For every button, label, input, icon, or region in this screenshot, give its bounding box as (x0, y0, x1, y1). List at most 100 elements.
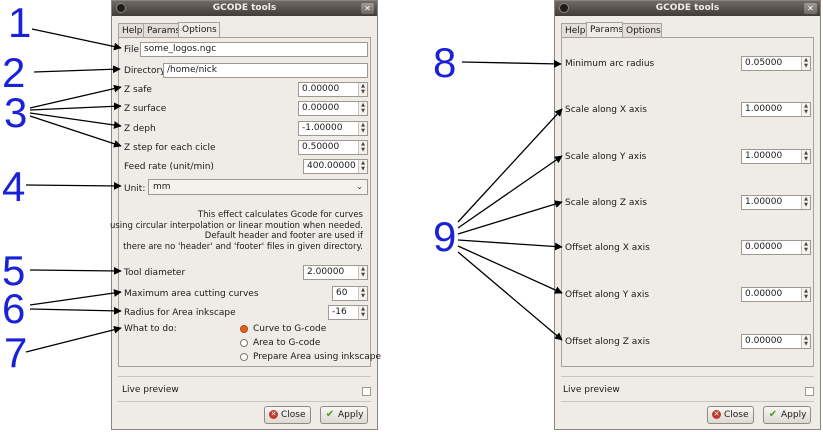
arrow-9a (457, 108, 563, 223)
divider (118, 401, 371, 402)
directory-label: Directory (124, 66, 166, 76)
divider (561, 376, 814, 377)
spin-arrows-icon[interactable]: ▲ ▼ (801, 57, 810, 70)
spin-arrows-icon[interactable]: ▲ ▼ (801, 196, 810, 209)
checkmark-icon: ✔ (325, 409, 335, 420)
annotation-6: 6 (2, 285, 26, 332)
radio-label: Curve to G-code (253, 324, 327, 334)
title-bar[interactable]: GCODE tools ✕ (112, 1, 377, 16)
radio-label: Prepare Area using inkscape (253, 352, 381, 362)
spin-arrows-icon[interactable]: ▲ ▼ (358, 141, 367, 154)
scale-x-value: 1.00000 (745, 104, 783, 114)
scale-x-input[interactable]: 1.00000 ▲ ▼ (741, 102, 811, 117)
z-step-input[interactable]: 0.50000 ▲ ▼ (298, 140, 368, 155)
radio-unselected-icon[interactable] (240, 338, 248, 347)
radio-curve-to-gcode[interactable]: Curve to G-code (240, 324, 326, 334)
offset-x-input[interactable]: 0.00000 ▲ ▼ (741, 240, 811, 255)
z-deph-value: -1.00000 (302, 123, 343, 133)
description-line: Default header and footer are used if (204, 231, 363, 241)
tool-diameter-value: 2.00000 (307, 267, 345, 277)
unit-select[interactable]: mm ⌄ (148, 179, 368, 195)
close-button-label: Close (724, 410, 749, 420)
tab-params[interactable]: Params (143, 23, 180, 37)
min-arc-radius-value: 0.05000 (745, 58, 783, 68)
offset-z-input[interactable]: 0.00000 ▲ ▼ (741, 334, 811, 349)
tab-options[interactable]: Options (178, 22, 220, 38)
apply-button[interactable]: ✔ Apply (320, 406, 369, 424)
tab-help[interactable]: Help (561, 23, 587, 37)
tab-params[interactable]: Params (586, 22, 623, 38)
gcode-tools-window-options: GCODE tools ✕ Help Params Options File s… (110, 0, 381, 430)
radius-area-input[interactable]: -16 ▲ ▼ (328, 305, 368, 320)
scale-z-label: Scale along Z axis (565, 198, 647, 208)
radio-selected-icon[interactable] (240, 324, 248, 333)
annotation-8: 8 (433, 39, 457, 86)
file-field[interactable]: some_logos.ngc (140, 42, 368, 57)
spin-arrows-icon[interactable]: ▲ ▼ (801, 103, 810, 116)
scale-z-input[interactable]: 1.00000 ▲ ▼ (741, 195, 811, 210)
live-preview-checkbox[interactable] (805, 387, 814, 396)
tab-help[interactable]: Help (118, 23, 144, 37)
tool-diameter-input[interactable]: 2.00000 ▲ ▼ (303, 265, 368, 280)
spin-arrows-icon[interactable]: ▲ ▼ (801, 150, 810, 163)
apply-button-label: Apply (781, 410, 807, 420)
arrow-9f (457, 251, 563, 341)
window-title: GCODE tools (655, 3, 720, 13)
z-safe-input[interactable]: 0.00000 ▲ ▼ (298, 82, 368, 97)
spin-arrows-icon[interactable]: ▲ ▼ (358, 160, 367, 173)
z-surface-value: 0.00000 (302, 103, 340, 113)
arrow-3b (29, 102, 122, 111)
offset-y-input[interactable]: 0.00000 ▲ ▼ (741, 287, 811, 302)
close-button[interactable]: ✕ Close (264, 406, 311, 424)
spin-arrows-icon[interactable]: ▲ ▼ (358, 102, 367, 115)
spin-arrows-icon[interactable]: ▲ ▼ (801, 288, 810, 301)
title-bar[interactable]: GCODE tools ✕ (555, 1, 820, 16)
scale-y-input[interactable]: 1.00000 ▲ ▼ (741, 149, 811, 164)
max-area-curves-input[interactable]: 60 ▲ ▼ (332, 286, 368, 301)
live-preview-label: Live preview (563, 385, 620, 395)
z-surface-input[interactable]: 0.00000 ▲ ▼ (298, 101, 368, 116)
offset-z-value: 0.00000 (745, 336, 783, 346)
z-deph-input[interactable]: -1.00000 ▲ ▼ (298, 121, 368, 136)
offset-z-label: Offset along Z axis (565, 337, 650, 347)
tab-options[interactable]: Options (622, 23, 662, 37)
z-step-value: 0.50000 (302, 142, 340, 152)
window-title: GCODE tools (212, 3, 277, 13)
radio-prepare-area[interactable]: Prepare Area using inkscape (240, 352, 381, 362)
close-circle-icon: ✕ (269, 410, 278, 419)
description-line: there are no 'header' and 'footer' files… (123, 241, 363, 252)
window-close-icon[interactable]: ✕ (361, 3, 374, 14)
annotation-3: 3 (4, 89, 28, 136)
min-arc-radius-input[interactable]: 0.05000 ▲ ▼ (741, 56, 811, 71)
spin-arrows-icon[interactable]: ▲ ▼ (358, 306, 367, 319)
offset-y-value: 0.00000 (745, 289, 783, 299)
tool-diameter-label: Tool diameter (124, 268, 186, 278)
radio-unselected-icon[interactable] (240, 352, 248, 361)
spin-arrows-icon[interactable]: ▲ ▼ (358, 122, 367, 135)
arrow-6b (29, 306, 122, 315)
feed-rate-input[interactable]: 400.00000 ▲ ▼ (303, 159, 368, 174)
spin-arrows-icon[interactable]: ▲ ▼ (358, 266, 367, 279)
arrow-3a (29, 84, 122, 109)
window-menu-icon[interactable] (559, 3, 569, 13)
z-safe-label: Z safe (124, 85, 152, 95)
apply-button[interactable]: ✔ Apply (763, 406, 812, 424)
close-button[interactable]: ✕ Close (707, 406, 754, 424)
z-safe-value: 0.00000 (302, 84, 340, 94)
unit-label: Unit: (124, 184, 146, 194)
arrow-3d (29, 115, 122, 148)
scale-y-value: 1.00000 (745, 151, 783, 161)
live-preview-checkbox[interactable] (362, 387, 371, 396)
window-menu-icon[interactable] (116, 3, 126, 13)
radio-area-to-gcode[interactable]: Area to G-code (240, 338, 320, 348)
description-line: This effect calculates Gcode for curves (197, 210, 363, 220)
checkmark-icon: ✔ (768, 409, 778, 420)
spin-arrows-icon[interactable]: ▲ ▼ (801, 335, 810, 348)
spin-arrows-icon[interactable]: ▲ ▼ (801, 241, 810, 254)
spin-arrows-icon[interactable]: ▲ ▼ (358, 287, 367, 300)
window-close-icon[interactable]: ✕ (804, 3, 817, 14)
close-circle-icon: ✕ (712, 410, 721, 419)
spin-arrows-icon[interactable]: ▲ ▼ (358, 83, 367, 96)
directory-field[interactable]: /home/nick (163, 63, 368, 78)
arrow-9e (457, 245, 563, 294)
